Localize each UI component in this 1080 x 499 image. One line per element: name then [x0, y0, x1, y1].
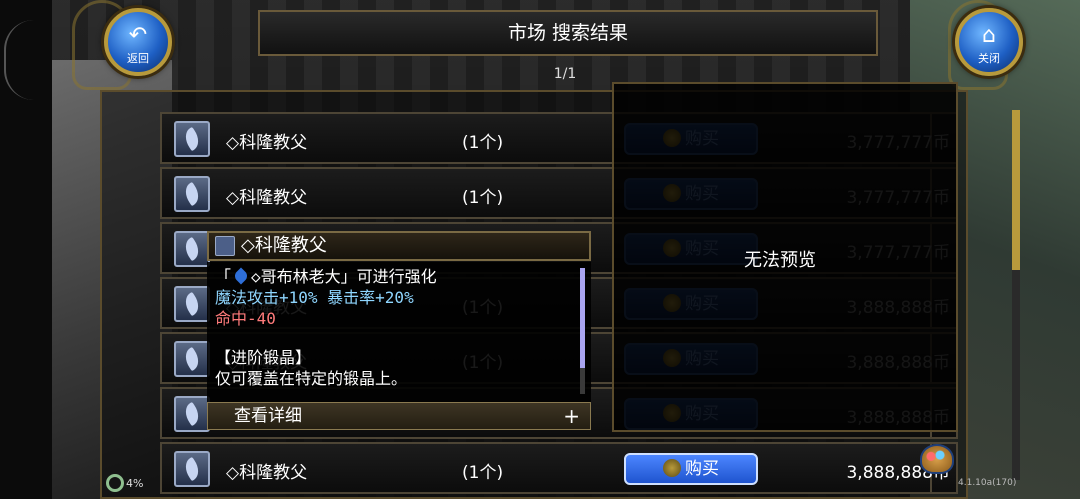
item-icon — [174, 286, 210, 322]
tooltip-stat-line: 魔法攻击+10% 暴击率+20% — [215, 288, 414, 307]
item-icon — [174, 451, 210, 487]
item-icon — [174, 121, 210, 157]
coin-icon — [663, 459, 681, 477]
view-details-label: 查看详细 — [234, 406, 302, 426]
tooltip-quote-open: 「 — [215, 267, 232, 286]
battery-percent: 4% — [126, 477, 144, 490]
close-button[interactable]: ⌂ 关闭 — [955, 8, 1023, 76]
item-icon — [174, 396, 210, 432]
back-arrow-icon: ↶ — [128, 23, 148, 48]
preview-unavailable-message: 无法预览 — [744, 250, 816, 271]
tooltip-category: 【进阶锻晶】 — [215, 348, 312, 367]
item-quantity: (1个) — [462, 133, 504, 153]
view-details-button[interactable]: 查看详细 + — [207, 402, 591, 430]
tooltip-description: 仅可覆盖在特定的锻晶上。 — [215, 369, 408, 388]
close-button-label: 关闭 — [978, 52, 1000, 65]
item-icon — [174, 176, 210, 212]
home-icon: ⌂ — [982, 23, 996, 48]
back-button[interactable]: ↶ 返回 — [104, 8, 172, 76]
item-icon — [174, 341, 210, 377]
item-quantity: (1个) — [462, 188, 504, 208]
item-icon — [174, 231, 210, 267]
battery-ring-icon — [106, 474, 124, 492]
listing-scrollbar[interactable] — [1012, 110, 1020, 480]
tooltip-title-text: ◇科隆教父 — [241, 235, 327, 256]
gem-icon — [232, 267, 250, 285]
tooltip-scroll-thumb[interactable] — [580, 268, 585, 368]
page-indicator: 1/1 — [553, 66, 577, 82]
palette-icon[interactable] — [920, 444, 954, 474]
listing-row[interactable]: ◇科隆教父(1个)购买3,888,888币 — [160, 442, 958, 494]
version-label: 4.1.10a(170) — [958, 478, 1017, 488]
plus-icon: + — [563, 404, 580, 428]
item-icon — [215, 236, 235, 256]
tooltip-title: ◇科隆教父 — [207, 231, 591, 261]
page-title: 市场 搜索结果 — [258, 10, 878, 56]
item-quantity: (1个) — [462, 463, 504, 483]
item-name: ◇科隆教父 — [226, 188, 308, 208]
edge-arc — [4, 20, 34, 100]
buy-button[interactable]: 购买 — [624, 453, 758, 485]
listing-scroll-thumb[interactable] — [1012, 110, 1020, 270]
tooltip-enhance-line: 「 ◇哥布林老大」可进行强化 — [215, 266, 583, 287]
tooltip-penalty-line: 命中-40 — [215, 309, 276, 328]
back-button-label: 返回 — [127, 52, 149, 65]
tooltip-enhance-text: ◇哥布林老大」可进行强化 — [251, 267, 437, 286]
item-name: ◇科隆教父 — [226, 463, 308, 483]
item-tooltip[interactable]: 「 ◇哥布林老大」可进行强化 魔法攻击+10% 暴击率+20% 命中-40 【进阶… — [207, 262, 591, 402]
item-name: ◇科隆教父 — [226, 133, 308, 153]
left-edge-bar — [0, 0, 52, 499]
tooltip-scrollbar[interactable] — [580, 268, 585, 394]
battery-indicator: 4% — [106, 474, 143, 492]
item-preview-panel: 无法预览 — [612, 82, 958, 432]
buy-button-label: 购买 — [685, 459, 719, 479]
